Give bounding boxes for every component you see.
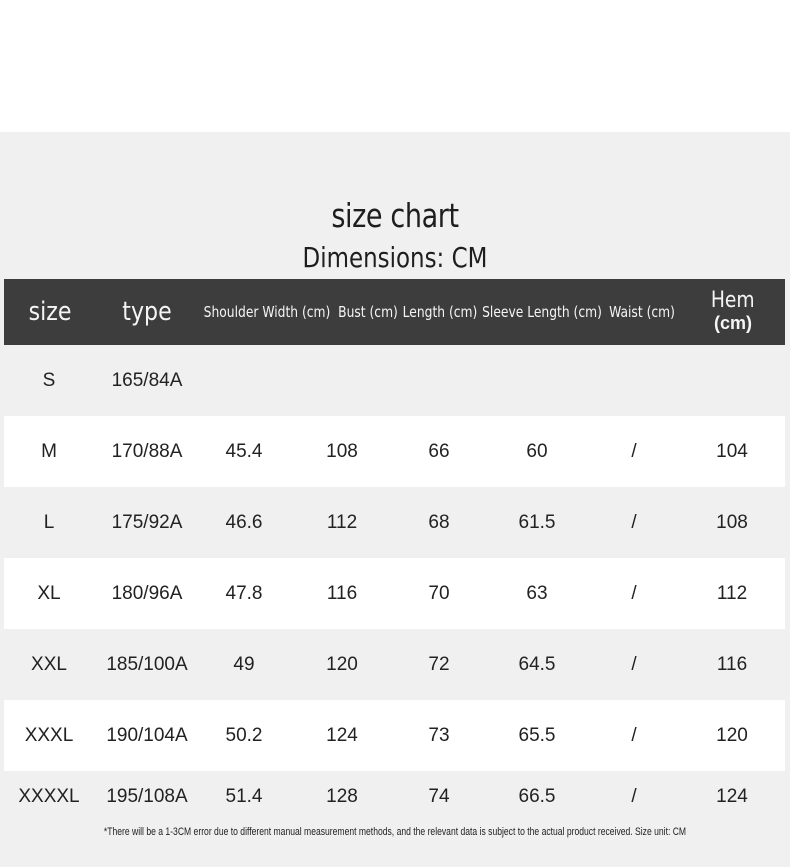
- cell-shoulder: [195, 345, 293, 416]
- cell-shoulder: 45.4: [225, 440, 263, 462]
- cell-size: XL: [37, 582, 61, 604]
- cell-sleeve: 66.5: [518, 786, 556, 807]
- cell-hem: [683, 345, 781, 416]
- cell-type: 175/92A: [111, 511, 183, 533]
- cell-waist: /: [631, 582, 637, 604]
- cell-waist: /: [631, 511, 637, 533]
- cell-hem: 124: [716, 786, 748, 807]
- cell-bust: 112: [326, 511, 358, 533]
- cell-length: 74: [428, 786, 450, 807]
- cell-hem: 120: [716, 724, 748, 746]
- cell-bust: [293, 345, 391, 416]
- cell-length: [390, 345, 488, 416]
- table-row: L 175/92A 46.6 112 68 61.5 / 108: [4, 487, 785, 558]
- header-length: Length (cm): [402, 303, 478, 321]
- cell-hem: 116: [716, 653, 748, 675]
- cell-bust: 108: [326, 440, 358, 462]
- cell-type: 185/100A: [106, 653, 188, 675]
- header-hem: Hem (cm): [686, 279, 780, 345]
- cell-length: 66: [428, 440, 450, 462]
- header-bust: Bust (cm): [338, 303, 398, 321]
- table-row: M 170/88A 45.4 108 66 60 / 104: [4, 416, 785, 487]
- cell-type: 195/108A: [106, 786, 188, 807]
- cell-size: L: [43, 511, 55, 533]
- cell-shoulder: 46.6: [225, 511, 263, 533]
- cell-bust: 128: [326, 786, 358, 807]
- cell-sleeve: 63: [526, 582, 548, 604]
- cell-shoulder: 49: [233, 653, 255, 675]
- cell-sleeve: [488, 345, 586, 416]
- cell-sleeve: 60: [526, 440, 548, 462]
- cell-hem: 104: [716, 440, 748, 462]
- chart-title: size chart: [331, 196, 459, 235]
- chart-subtitle: Dimensions: CM: [302, 241, 488, 274]
- cell-size: XXXXL: [18, 786, 80, 807]
- header-waist: Waist (cm): [609, 303, 675, 321]
- cell-size: XXL: [31, 653, 67, 675]
- cell-bust: 116: [326, 582, 358, 604]
- cell-waist: /: [631, 786, 637, 807]
- cell-size: S: [42, 369, 56, 391]
- cell-shoulder: 50.2: [225, 724, 263, 746]
- cell-bust: 120: [326, 653, 358, 675]
- cell-length: 73: [428, 724, 450, 746]
- cell-type: 165/84A: [111, 369, 183, 391]
- header-sleeve-length: Sleeve Length (cm): [482, 303, 602, 321]
- table-row: XXL 185/100A 49 120 72 64.5 / 116: [4, 629, 785, 700]
- cell-shoulder: 51.4: [225, 786, 263, 807]
- header-hem-unit: (cm): [713, 313, 752, 333]
- header-type: type: [122, 297, 172, 327]
- cell-size: XXXL: [24, 724, 74, 746]
- cell-length: 72: [428, 653, 450, 675]
- cell-sleeve: 64.5: [518, 653, 556, 675]
- header-shoulder-width: Shoulder Width (cm): [203, 303, 331, 321]
- header-size: size: [28, 297, 72, 327]
- cell-length: 70: [428, 582, 450, 604]
- table-row: S 165/84A: [4, 345, 785, 416]
- table-row: XXXXL 195/108A 51.4 128 74 66.5 / 124: [4, 771, 785, 823]
- cell-type: 170/88A: [111, 440, 183, 462]
- cell-waist: [585, 345, 683, 416]
- cell-waist: /: [631, 653, 637, 675]
- cell-sleeve: 65.5: [518, 724, 556, 746]
- cell-type: 180/96A: [111, 582, 183, 604]
- footnote: *There will be a 1-3CM error due to diff…: [103, 826, 687, 838]
- cell-sleeve: 61.5: [518, 511, 556, 533]
- table-row: XL 180/96A 47.8 116 70 63 / 112: [4, 558, 785, 629]
- cell-shoulder: 47.8: [225, 582, 263, 604]
- cell-hem: 108: [716, 511, 748, 533]
- cell-bust: 124: [326, 724, 358, 746]
- cell-waist: /: [631, 724, 637, 746]
- cell-length: 68: [428, 511, 450, 533]
- table-header: size type Shoulder Width (cm) Bust (cm) …: [4, 279, 785, 345]
- header-hem-label: Hem: [711, 288, 755, 313]
- cell-type: 190/104A: [106, 724, 188, 746]
- table-row: XXXL 190/104A 50.2 124 73 65.5 / 120: [4, 700, 785, 771]
- cell-hem: 112: [716, 582, 748, 604]
- cell-size: M: [41, 440, 57, 462]
- cell-waist: /: [631, 440, 637, 462]
